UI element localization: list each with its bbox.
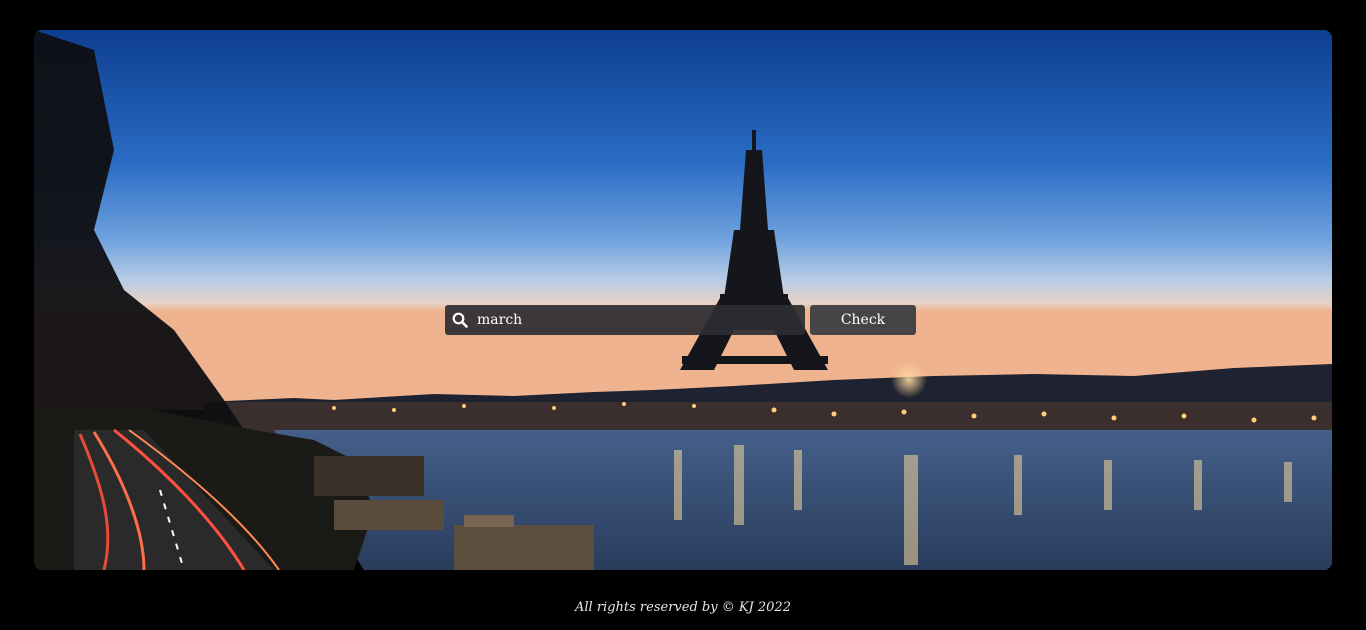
search-input[interactable] [477,305,805,335]
hero-background-image [34,30,1332,570]
search-bar [445,305,805,335]
search-icon [451,311,469,329]
hero-image-panel: Check [34,30,1332,570]
footer-copyright: All rights reserved by © KJ 2022 [575,600,791,615]
check-button[interactable]: Check [810,305,916,335]
